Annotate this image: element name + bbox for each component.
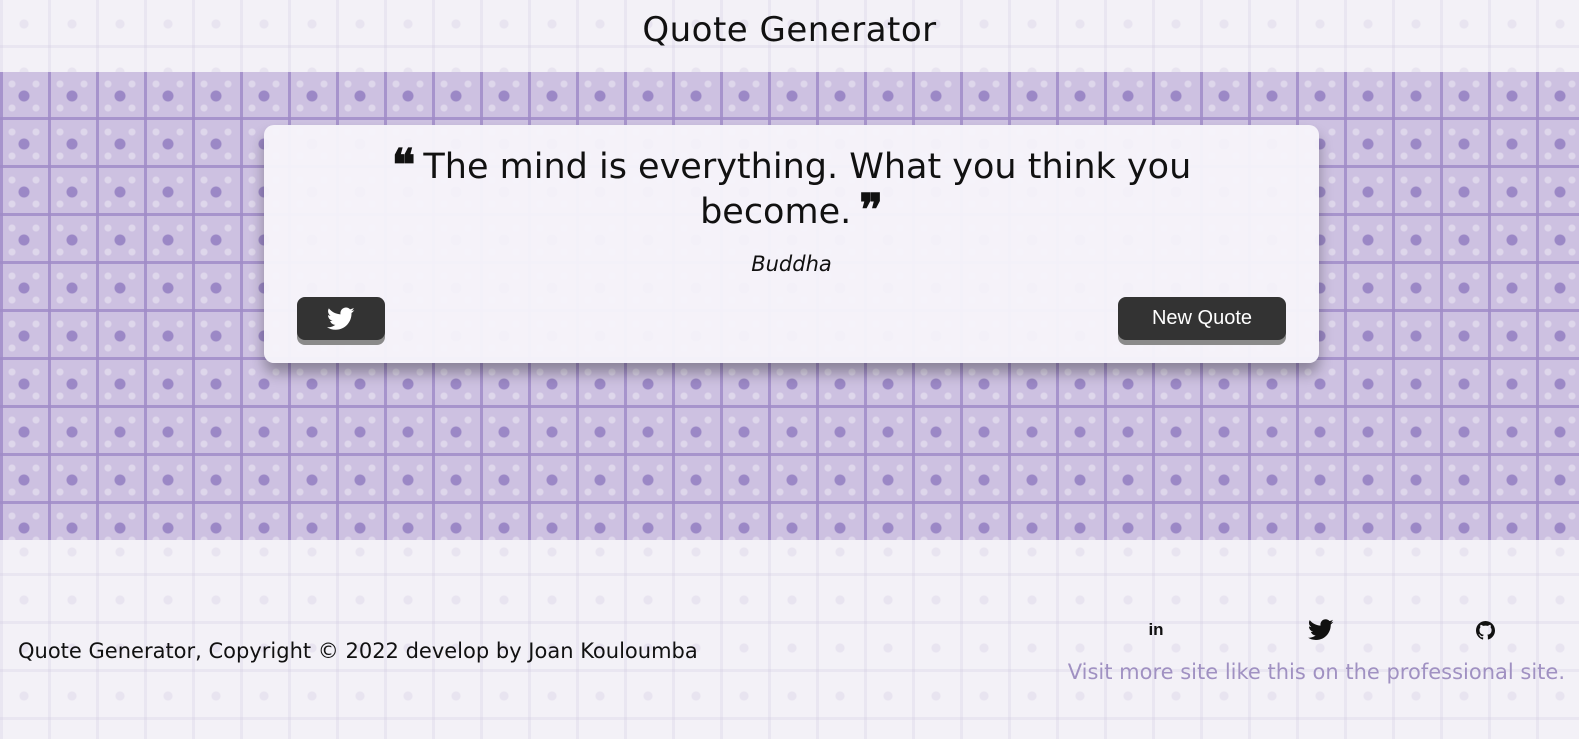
- page-title: Quote Generator: [642, 10, 937, 50]
- footer-copyright: Quote Generator, Copyright © 2022 develo…: [18, 639, 698, 663]
- footer-note: Visit more site like this on the profess…: [1067, 660, 1565, 684]
- github-link[interactable]: [1474, 618, 1496, 642]
- quote-text: The mind is everything. What you think y…: [423, 147, 1192, 232]
- github-icon: [1475, 620, 1495, 640]
- quote-card: ❝ The mind is everything. What you think …: [264, 125, 1319, 363]
- new-quote-button[interactable]: New Quote: [1118, 297, 1286, 340]
- quote-left-icon: ❝: [391, 140, 416, 191]
- twitter-icon: [1308, 619, 1334, 640]
- quote-container: ❝ The mind is everything. What you think …: [334, 140, 1249, 236]
- tweet-quote-button[interactable]: [297, 297, 385, 340]
- twitter-icon: [327, 306, 355, 330]
- quote-right-icon: ❞: [859, 185, 883, 236]
- twitter-link[interactable]: [1307, 618, 1335, 642]
- linkedin-icon[interactable]: in: [1144, 618, 1168, 642]
- quote-author: Buddha: [751, 252, 832, 276]
